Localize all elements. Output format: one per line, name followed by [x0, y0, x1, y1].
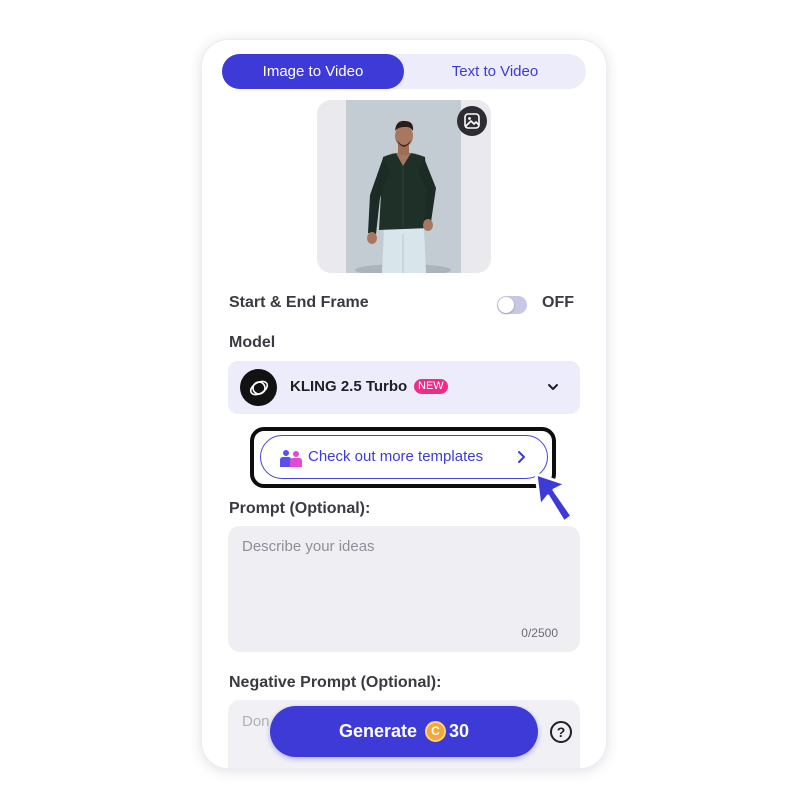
image-edit-icon[interactable]	[457, 106, 487, 136]
model-dropdown[interactable]: KLING 2.5 Turbo NEW	[228, 361, 580, 414]
tab-text-to-video[interactable]: Text to Video	[404, 54, 586, 89]
start-end-frame-toggle[interactable]	[497, 296, 527, 314]
chevron-right-icon	[515, 450, 527, 469]
negative-prompt-label: Negative Prompt (Optional):	[229, 674, 442, 691]
app-panel: Image to Video Text to Video Start & End…	[202, 40, 606, 768]
mode-tabs: Image to Video Text to Video	[222, 54, 586, 89]
start-end-frame-row: Start & End Frame OFF	[229, 294, 577, 316]
uploaded-photo	[346, 100, 461, 273]
prompt-textarea[interactable]	[242, 538, 562, 618]
check-templates-label: Check out more templates	[308, 448, 484, 465]
cursor-pointer-icon	[532, 470, 578, 531]
check-templates-button[interactable]: Check out more templates	[260, 435, 548, 479]
coin-icon: C	[425, 721, 446, 742]
templates-icon	[279, 448, 303, 473]
start-end-frame-label: Start & End Frame	[229, 294, 369, 311]
generate-label: Generate	[338, 721, 417, 741]
toggle-knob	[498, 297, 514, 313]
negative-prompt-placeholder: Don	[242, 713, 270, 730]
model-section-label: Model	[229, 334, 276, 351]
prompt-char-counter: 0/2500	[521, 626, 558, 640]
help-icon[interactable]: ?	[550, 721, 572, 743]
new-badge: NEW	[414, 379, 448, 394]
prompt-box: 0/2500	[228, 526, 580, 652]
tab-image-to-video[interactable]: Image to Video	[222, 54, 404, 89]
image-preview[interactable]	[317, 100, 491, 273]
chevron-down-icon[interactable]	[546, 380, 560, 399]
generate-button[interactable]: Generate C 30	[270, 706, 538, 757]
generate-cost: 30	[449, 721, 470, 741]
toggle-state-label: OFF	[542, 294, 574, 311]
prompt-label: Prompt (Optional):	[229, 500, 371, 517]
model-name: KLING 2.5 Turbo	[290, 378, 408, 395]
kling-logo-icon	[240, 369, 277, 406]
